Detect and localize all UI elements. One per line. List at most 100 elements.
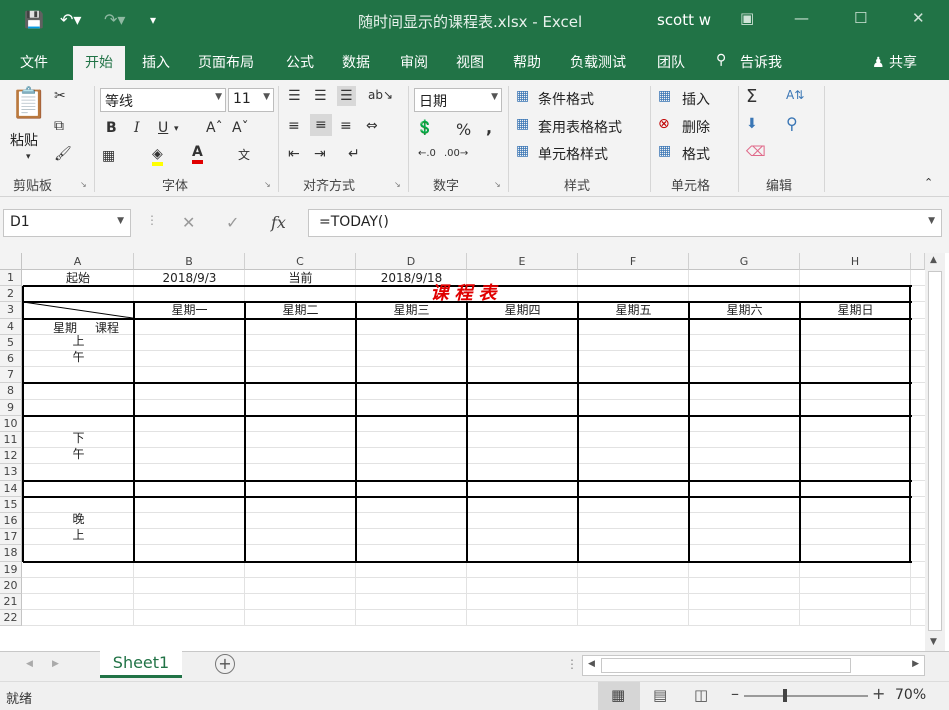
weekday-header[interactable]: 星期三 [356, 302, 467, 318]
align-center-icon[interactable]: ≡ [310, 114, 332, 136]
split-handle-icon[interactable]: ⋮ [566, 657, 578, 671]
row-header[interactable]: 14 [0, 480, 22, 497]
autosum-icon[interactable]: Σ [746, 86, 757, 107]
cell-a1[interactable]: 起始 [22, 270, 134, 286]
comma-button[interactable]: , [486, 118, 492, 137]
tab-page-layout[interactable]: 页面布局 [198, 52, 254, 72]
column-header[interactable]: E [467, 253, 578, 270]
row-header[interactable]: 11 [0, 432, 22, 449]
clear-icon[interactable]: ⌫ [746, 144, 766, 160]
column-header[interactable]: B [134, 253, 245, 270]
formula-input[interactable]: =TODAY() ▼ [308, 209, 942, 237]
period-label-morning[interactable]: 上 [23, 333, 134, 349]
page-break-view-icon[interactable]: ◫ [694, 686, 708, 704]
zoom-slider[interactable] [744, 689, 868, 702]
font-size-select[interactable]: 11 ▼ [228, 88, 274, 112]
row-header[interactable]: 4 [0, 318, 22, 335]
conditional-format-icon[interactable]: ▦ [516, 88, 529, 104]
sheet-tab-sheet1[interactable]: Sheet1 [100, 651, 182, 678]
format-painter-icon[interactable]: 🖌 [54, 146, 72, 162]
font-launcher-icon[interactable]: ↘ [264, 180, 271, 189]
underline-dropdown-icon[interactable]: ▾ [174, 124, 179, 134]
column-header[interactable]: A [22, 253, 134, 270]
fill-icon[interactable]: ⬇ [746, 116, 758, 132]
align-left-icon[interactable]: ≡ [288, 118, 300, 134]
font-color-icon[interactable]: A [192, 144, 203, 164]
cell-style-button[interactable]: 单元格样式 [538, 144, 608, 164]
percent-button[interactable]: % [456, 120, 471, 139]
tab-insert[interactable]: 插入 [142, 52, 170, 72]
table-format-icon[interactable]: ▦ [516, 116, 529, 132]
sort-filter-icon[interactable]: A⇅ [786, 88, 804, 102]
zoom-thumb[interactable] [783, 689, 788, 702]
table-format-button[interactable]: 套用表格格式 [538, 117, 622, 137]
enter-icon[interactable]: ✓ [226, 213, 239, 232]
column-header[interactable]: H [800, 253, 911, 270]
row-header[interactable]: 1 [0, 270, 22, 287]
search-icon[interactable]: ⚲ [716, 52, 726, 68]
scroll-up-icon[interactable]: ▲ [930, 255, 937, 265]
align-right-icon[interactable]: ≡ [340, 118, 352, 134]
increase-indent-icon[interactable]: ⇥ [314, 146, 326, 162]
page-layout-view-icon[interactable]: ▤ [653, 686, 667, 704]
h-scroll-thumb[interactable] [601, 658, 851, 673]
close-icon[interactable]: ✕ [912, 9, 925, 27]
row-header[interactable]: 9 [0, 399, 22, 416]
weekday-header[interactable]: 星期五 [578, 302, 689, 318]
column-header[interactable]: G [689, 253, 800, 270]
vertical-scrollbar[interactable]: ▲ ▼ [925, 253, 945, 651]
cell-c1[interactable]: 当前 [245, 270, 356, 286]
wrap-text-icon[interactable]: ↵ [348, 146, 360, 162]
zoom-in-icon[interactable]: + [872, 684, 885, 703]
tab-file[interactable]: 文件 [20, 52, 48, 72]
decrease-font-icon[interactable]: Aˇ [232, 120, 249, 136]
period-label-evening[interactable]: 上 [23, 527, 134, 543]
phonetic-icon[interactable]: 文 [238, 146, 250, 163]
delete-cells-button[interactable]: 删除 [682, 117, 710, 137]
row-header[interactable]: 13 [0, 464, 22, 481]
row-header[interactable]: 17 [0, 529, 22, 546]
find-select-icon[interactable]: ⚲ [786, 114, 798, 133]
italic-button[interactable]: I [134, 120, 140, 136]
period-label-evening[interactable]: 晚 [23, 511, 134, 527]
collapse-ribbon-icon[interactable]: ⌃ [924, 176, 933, 189]
tab-view[interactable]: 视图 [456, 52, 484, 72]
bold-button[interactable]: B [106, 120, 117, 136]
border-icon[interactable]: ▦ [102, 148, 115, 164]
row-header[interactable]: 2 [0, 286, 22, 303]
insert-cells-icon[interactable]: ▦ [658, 88, 671, 104]
next-sheet-icon[interactable]: ▶ [52, 659, 59, 669]
cancel-icon[interactable]: ✕ [182, 213, 195, 232]
redo-icon[interactable]: ↷▾ [104, 10, 125, 29]
tab-home[interactable]: 开始 [73, 46, 125, 80]
normal-view-button[interactable]: ▦ [598, 682, 640, 710]
row-header[interactable]: 5 [0, 334, 22, 351]
horizontal-scrollbar[interactable]: ◀ ▶ [582, 655, 925, 676]
select-all-corner[interactable] [0, 253, 22, 270]
paste-dropdown-icon[interactable]: ▾ [26, 152, 31, 162]
orientation-icon[interactable]: ab↘ [368, 88, 393, 102]
clipboard-launcher-icon[interactable]: ↘ [80, 180, 87, 189]
alignment-launcher-icon[interactable]: ↘ [394, 180, 401, 189]
user-name[interactable]: scott w [657, 11, 711, 29]
period-label-morning[interactable]: 午 [23, 349, 134, 365]
weekday-header[interactable]: 星期六 [689, 302, 800, 318]
increase-font-icon[interactable]: Aˆ [206, 120, 223, 136]
row-header[interactable]: 18 [0, 545, 22, 562]
row-header[interactable]: 10 [0, 415, 22, 432]
cell-b1[interactable]: 2018/9/3 [134, 270, 245, 286]
row-header[interactable]: 22 [0, 610, 22, 627]
zoom-out-icon[interactable]: – [731, 684, 739, 703]
copy-icon[interactable]: ⧉ [54, 118, 64, 134]
column-header[interactable]: C [245, 253, 356, 270]
ribbon-display-icon[interactable]: ▣ [740, 9, 754, 27]
row-header[interactable]: 16 [0, 513, 22, 530]
weekday-header[interactable]: 星期四 [467, 302, 578, 318]
insert-cells-button[interactable]: 插入 [682, 89, 710, 109]
decrease-indent-icon[interactable]: ⇤ [288, 146, 300, 162]
paste-button[interactable]: 粘贴 [10, 130, 38, 150]
number-format-select[interactable]: 日期 ▼ [414, 88, 502, 112]
row-header[interactable]: 3 [0, 302, 22, 319]
prev-sheet-icon[interactable]: ◀ [26, 659, 33, 669]
cut-icon[interactable]: ✂ [54, 88, 66, 104]
